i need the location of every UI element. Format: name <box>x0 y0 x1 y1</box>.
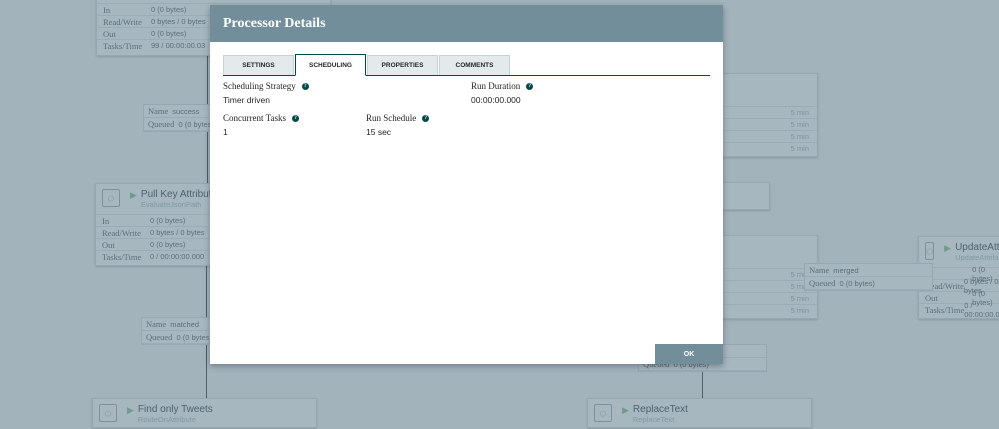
stat-value: 0 (0 bytes) <box>150 216 186 225</box>
stat-value: 0 bytes / 0 bytes <box>151 17 206 26</box>
processor-icon: ◌ <box>925 242 935 260</box>
field-value: 00:00:00.000 <box>471 95 521 105</box>
play-icon: ▶ <box>130 190 137 200</box>
tab-bar: SETTINGS SCHEDULING PROPERTIES COMMENTS <box>223 54 710 76</box>
concurrent-tasks-field: Concurrent Tasks? 1 <box>223 113 299 137</box>
run-schedule-field: Run Schedule? 15 sec <box>366 113 430 137</box>
stat-label: Tasks/Time <box>925 304 965 315</box>
stat-label: Read/Write <box>103 16 142 27</box>
connection-merged[interactable]: Name merged Queued 0 (0 bytes) <box>804 263 933 291</box>
queued-value: 0 (0 bytes) <box>178 120 214 129</box>
queued-label: Queued <box>146 332 173 342</box>
connection-name: success <box>172 107 200 116</box>
help-icon[interactable]: ? <box>422 114 430 122</box>
name-label: Name <box>146 319 167 329</box>
stat-label: Tasks/Time <box>103 40 143 51</box>
ok-button[interactable]: OK <box>655 344 723 364</box>
name-label: Name <box>809 265 830 275</box>
stat-value: 0 (0 bytes) <box>151 5 187 14</box>
stat-label: Read/Write <box>102 227 141 238</box>
stat-label: In <box>103 4 111 15</box>
scheduling-strategy-field: Scheduling Strategy? Timer driven <box>223 81 309 105</box>
connection-name: merged <box>833 266 859 275</box>
run-duration-field: Run Duration? 00:00:00.000 <box>471 81 534 105</box>
stat-value: 0 (0 bytes) <box>151 29 187 38</box>
tab-comments[interactable]: COMMENTS <box>439 55 510 75</box>
play-icon: ▶ <box>127 405 134 415</box>
play-icon: ▶ <box>622 405 629 415</box>
play-icon: ▶ <box>944 243 952 253</box>
stat-value: 99 / 00:00:00.03 <box>151 41 206 50</box>
field-label: Run Schedule <box>366 113 417 123</box>
field-value: Timer driven <box>223 95 270 105</box>
tab-scheduling[interactable]: SCHEDULING <box>295 54 366 76</box>
help-icon[interactable]: ? <box>526 82 534 90</box>
tab-properties[interactable]: PROPERTIES <box>367 55 438 75</box>
processor-icon: ◌ <box>99 404 117 422</box>
processor-replace-text[interactable]: ◌ ▶ ReplaceText ReplaceText <box>587 398 812 428</box>
field-label: Scheduling Strategy <box>223 81 296 91</box>
tab-settings[interactable]: SETTINGS <box>223 55 294 75</box>
queued-value: 0 (0 bytes) <box>839 279 875 288</box>
help-icon[interactable]: ? <box>291 114 299 122</box>
field-label: Concurrent Tasks <box>223 113 286 123</box>
processor-name: ReplaceText <box>632 404 688 415</box>
field-value: 1 <box>223 127 228 137</box>
dialog-title: Processor Details <box>210 5 723 42</box>
name-label: Name <box>148 106 169 116</box>
stat-label: Tasks/Time <box>102 251 142 262</box>
queued-value: 0 (0 bytes) <box>176 333 212 342</box>
processor-type: ReplaceText <box>632 415 675 424</box>
stat-label: Out <box>102 239 115 250</box>
field-value: 15 sec <box>366 127 392 137</box>
processor-find-only-tweets[interactable]: ◌ ▶ Find only Tweets RouteOnAttribute <box>92 398 317 428</box>
processor-icon: ◌ <box>594 404 612 422</box>
stat-value: 0 / 00:00:00.000 <box>150 252 205 261</box>
stat-label: Out <box>103 28 116 39</box>
connection-name: matched <box>170 320 200 329</box>
processor-name: Find only Tweets <box>137 404 213 415</box>
processor-name: Pull Key Attribute <box>140 189 218 200</box>
processor-type: UpdateAttribute <box>955 253 999 262</box>
connection-line <box>702 372 703 398</box>
processor-details-dialog: Processor Details SETTINGS SCHEDULING PR… <box>210 5 723 364</box>
field-label: Run Duration <box>471 81 521 91</box>
stat-value: 0 (0 bytes) <box>150 240 186 249</box>
stat-label: In <box>102 215 110 226</box>
queued-label: Queued <box>148 119 175 129</box>
help-icon[interactable]: ? <box>301 82 309 90</box>
processor-type: RouteOnAttribute <box>137 415 196 424</box>
stat-value: 0 / 00:00:00.000 <box>964 300 999 319</box>
stat-value: 0 bytes / 0 bytes <box>150 228 205 237</box>
queued-label: Queued <box>809 278 836 288</box>
processor-name: UpdateAttribute <box>955 242 999 253</box>
processor-icon: ◌ <box>102 189 120 207</box>
processor-type: EvaluateJsonPath <box>140 200 202 209</box>
